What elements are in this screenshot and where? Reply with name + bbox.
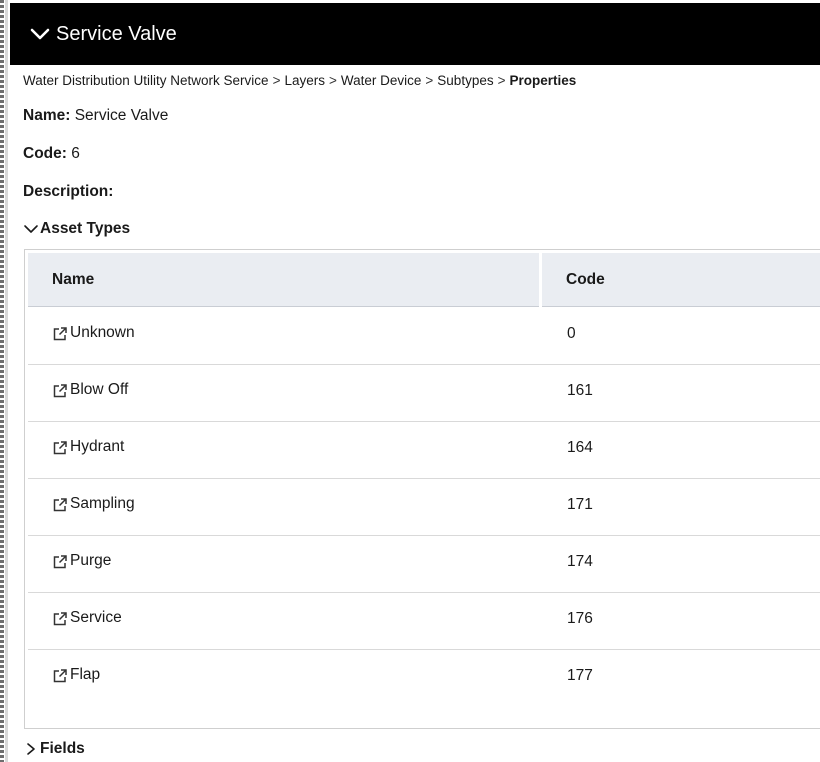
breadcrumb-separator: > — [272, 73, 281, 88]
asset-type-link[interactable]: Unknown — [52, 324, 135, 342]
asset-type-name: Unknown — [70, 324, 135, 341]
breadcrumb-separator: > — [425, 73, 434, 88]
asset-type-code: 0 — [567, 325, 576, 342]
external-link-icon — [53, 384, 67, 398]
property-name-value: Service Valve — [74, 107, 169, 124]
table-row: Sampling 171 — [28, 479, 820, 536]
external-link-icon — [53, 498, 67, 512]
chevron-down-icon[interactable] — [29, 23, 51, 45]
table-row: Unknown 0 — [28, 308, 820, 365]
asset-type-link[interactable]: Flap — [52, 666, 100, 684]
page: Service Valve Water Distribution Utility… — [0, 0, 820, 762]
fields-label: Fields — [40, 740, 85, 757]
column-header-code[interactable]: Code — [566, 271, 605, 289]
table-row: Service 176 — [28, 593, 820, 650]
breadcrumb-separator: > — [497, 73, 506, 88]
external-link-icon — [53, 612, 67, 626]
chevron-right-icon — [22, 741, 40, 757]
breadcrumb-item-layers[interactable]: Layers — [284, 73, 325, 88]
asset-type-name: Service — [70, 609, 122, 626]
asset-type-name: Hydrant — [70, 438, 125, 455]
asset-type-link[interactable]: Service — [52, 609, 122, 627]
property-description: Description: — [23, 183, 113, 201]
column-divider[interactable] — [539, 253, 542, 307]
external-link-icon — [53, 669, 67, 683]
asset-type-code: 176 — [567, 610, 593, 627]
property-description-label: Description: — [23, 183, 114, 200]
asset-type-code: 177 — [567, 667, 593, 684]
asset-types-table: Name Code Unknown 0 Blow Off 161 Hydrant… — [24, 249, 820, 729]
fields-toggle[interactable]: Fields — [22, 740, 85, 758]
property-code-value: 6 — [71, 145, 80, 162]
asset-type-link[interactable]: Hydrant — [52, 438, 124, 456]
asset-type-name: Sampling — [70, 495, 135, 512]
property-name: Name: Service Valve — [23, 107, 168, 125]
asset-type-code: 164 — [567, 439, 593, 456]
asset-type-link[interactable]: Purge — [52, 552, 111, 570]
table-header: Name Code — [28, 253, 820, 307]
table-row: Blow Off 161 — [28, 365, 820, 422]
table-row: Purge 174 — [28, 536, 820, 593]
breadcrumb-item-water-device[interactable]: Water Device — [341, 73, 422, 88]
asset-type-code: 161 — [567, 382, 593, 399]
breadcrumb-item-subtypes[interactable]: Subtypes — [437, 73, 493, 88]
breadcrumb: Water Distribution Utility Network Servi… — [23, 73, 576, 88]
panel-border — [5, 0, 8, 762]
asset-type-link[interactable]: Sampling — [52, 495, 135, 513]
column-header-name[interactable]: Name — [52, 271, 94, 289]
asset-type-code: 171 — [567, 496, 593, 513]
breadcrumb-item-service[interactable]: Water Distribution Utility Network Servi… — [23, 73, 269, 88]
external-link-icon — [53, 555, 67, 569]
asset-types-label: Asset Types — [40, 220, 131, 237]
panel-title: Service Valve — [56, 23, 177, 45]
table-row: Flap 177 — [28, 650, 820, 707]
table-row: Hydrant 164 — [28, 422, 820, 479]
asset-types-toggle[interactable]: Asset Types — [22, 220, 130, 238]
external-link-icon — [53, 441, 67, 455]
property-code: Code: 6 — [23, 145, 80, 163]
resize-handle[interactable] — [0, 0, 4, 762]
external-link-icon — [53, 327, 67, 341]
asset-type-name: Flap — [70, 666, 101, 683]
asset-type-link[interactable]: Blow Off — [52, 381, 128, 399]
property-name-label: Name: — [23, 107, 71, 124]
asset-type-name: Blow Off — [70, 381, 129, 398]
asset-type-code: 174 — [567, 553, 593, 570]
chevron-down-icon — [22, 221, 40, 237]
asset-type-name: Purge — [70, 552, 112, 569]
panel-header[interactable]: Service Valve — [10, 3, 820, 65]
breadcrumb-separator: > — [328, 73, 337, 88]
breadcrumb-current: Properties — [509, 73, 577, 88]
property-code-label: Code: — [23, 145, 67, 162]
